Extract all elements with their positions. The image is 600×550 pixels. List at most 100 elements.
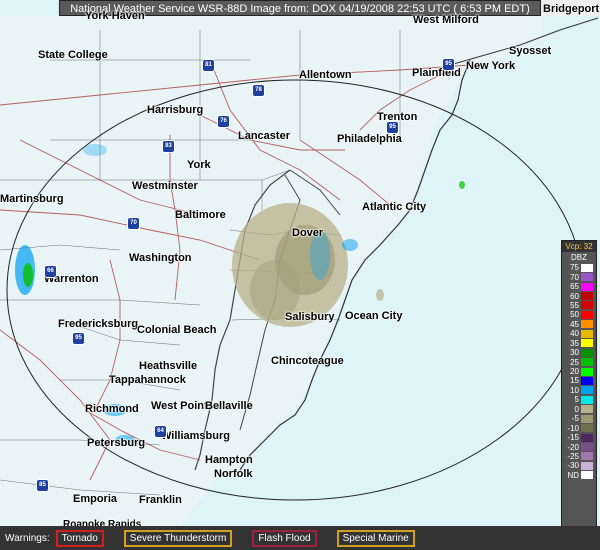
city-hampton: Hampton [205,454,253,466]
city-syosset: Syosset [509,45,552,57]
interstate-shield-icon: 70 [127,217,140,230]
interstate-shield-icon: 95 [72,332,85,345]
city-harrisburg: Harrisburg [147,104,204,116]
legend-row: ND [562,471,596,480]
dbz-legend: Vcp: 32 DBZ 75 70 65 60 55 50 45 40 35 30 25 20 15 10… [561,240,597,542]
legend-row: 70 [562,272,596,282]
legend-swatch [581,292,593,301]
city-atlantic-city: Atlantic City [362,201,427,213]
legend-swatch [581,461,593,470]
city-salisbury: Salisbury [285,311,335,323]
legend-value: 70 [570,272,579,282]
legend-swatch [581,301,593,310]
city-westminster: Westminster [132,180,198,192]
city-bellaville: Bellaville [205,400,253,412]
city-state-college: State College [38,49,108,61]
city-colonial-beach: Colonial Beach [137,324,217,336]
city-westmilford: West Milford [413,14,479,26]
legend-row: 75 [562,263,596,272]
legend-swatch [581,320,593,329]
legend-value: 25 [570,357,579,367]
special-marine-warning-button[interactable]: Special Marine [336,529,415,547]
tornado-warning-button[interactable]: Tornado [55,529,104,547]
legend-value: 15 [570,376,579,386]
legend-row: -10 [562,423,596,433]
legend-row: -5 [562,414,596,423]
legend-swatch [581,263,593,272]
city-dover: Dover [292,227,324,239]
legend-value: 75 [570,263,579,273]
legend-row: 55 [562,301,596,310]
legend-value: 55 [570,300,579,310]
city-philadelphia: Philadelphia [337,133,402,145]
legend-value: 0 [574,404,579,414]
interstate-shield-icon: 95 [386,121,399,134]
legend-swatch [581,386,593,395]
city-fredericksburg: Fredericksburg [58,318,139,330]
legend-swatch [581,424,593,433]
severe-thunderstorm-warning-button[interactable]: Severe Thunderstorm [123,529,233,547]
legend-swatch [581,282,593,291]
legend-value: 65 [570,282,579,292]
legend-swatch [581,376,593,385]
legend-row: -20 [562,442,596,452]
city-york-haven: York Haven [85,10,145,22]
legend-swatch [581,348,593,357]
vcp-label: Vcp: 32 [562,241,596,252]
legend-row: 5 [562,395,596,404]
legend-row: 25 [562,357,596,367]
interstate-shield-icon: 78 [252,84,265,97]
interstate-shield-icon: 81 [202,59,215,72]
warnings-label: Warnings: [5,532,50,544]
city-allentown: Allentown [299,69,352,81]
legend-row: 15 [562,376,596,385]
city-west-point: West Point [151,400,208,412]
legend-row: 0 [562,405,596,414]
legend-value: 50 [570,310,579,320]
legend-value: ND [567,470,579,480]
legend-swatch [581,405,593,414]
city-lancaster: Lancaster [238,130,290,142]
interstate-shield-icon: 64 [154,425,167,438]
legend-value: 20 [570,367,579,377]
legend-value: 10 [570,385,579,395]
flash-flood-warning-button[interactable]: Flash Flood [252,529,317,547]
legend-value: 30 [570,348,579,358]
legend-value: 40 [570,329,579,339]
city-york: York [187,159,211,171]
city-washington: Washington [129,252,192,264]
legend-row: 20 [562,367,596,376]
legend-row: 40 [562,329,596,338]
legend-row: -15 [562,433,596,442]
legend-value: 60 [570,291,579,301]
legend-swatch [581,414,593,423]
city-franklin: Franklin [139,494,182,506]
legend-value: 35 [570,338,579,348]
legend-row: 30 [562,348,596,357]
legend-swatch [581,273,593,282]
legend-swatch [581,395,593,404]
legend-swatch [581,433,593,442]
city-heathsville: Heathsville [139,360,198,372]
legend-swatch [581,358,593,367]
interstate-shield-icon: 95 [442,58,455,71]
city-chincoteague: Chincoteague [271,355,344,367]
legend-swatch [581,443,593,452]
city-williamsburg: Williamsburg [161,430,230,442]
legend-value: 5 [574,395,579,405]
legend-row: 45 [562,320,596,329]
legend-swatch [581,339,593,348]
legend-value: -25 [567,451,579,461]
city-martinsburg: Martinsburg [0,193,64,205]
interstate-shield-icon: 66 [44,265,57,278]
legend-swatch [581,452,593,461]
city-baltimore: Baltimore [175,209,226,221]
legend-value: -10 [567,423,579,433]
legend-row: -30 [562,461,596,470]
legend-swatch [581,310,593,319]
legend-value: -30 [567,461,579,471]
legend-row: 35 [562,339,596,348]
legend-value: -15 [567,433,579,443]
legend-row: 50 [562,310,596,319]
dbz-unit-label: DBZ [571,253,587,262]
